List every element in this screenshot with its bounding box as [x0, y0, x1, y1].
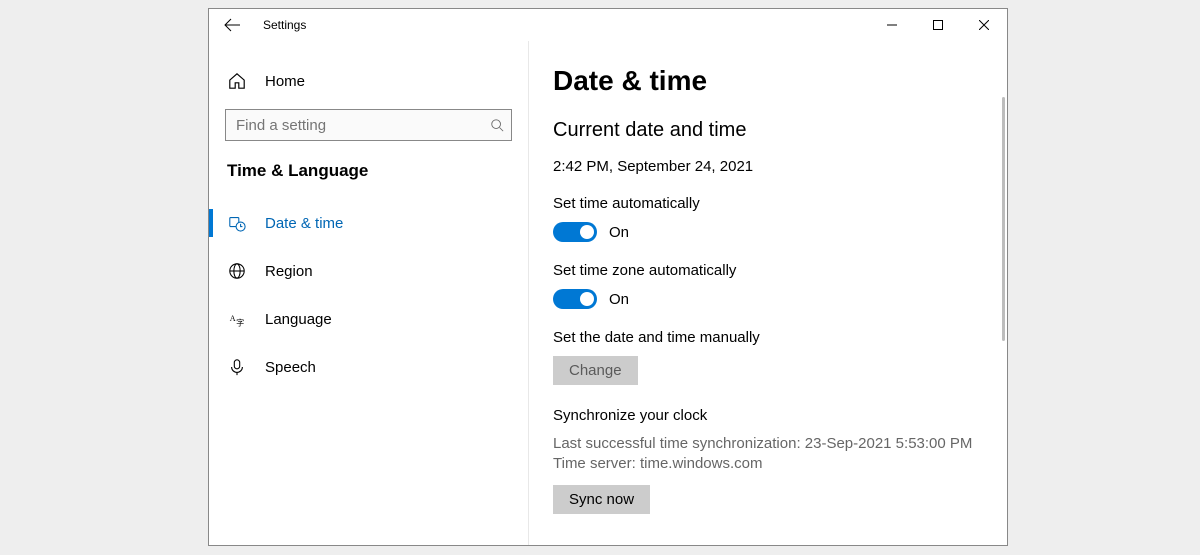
window-controls: [869, 9, 1007, 41]
auto-tz-toggle-row: On: [553, 289, 983, 309]
nav-speech[interactable]: Speech: [209, 343, 528, 391]
sync-server-line: Time server: time.windows.com: [553, 455, 763, 472]
search-box[interactable]: [225, 109, 512, 141]
app-title: Settings: [255, 18, 306, 32]
back-arrow-icon: [224, 18, 240, 32]
scrollbar-thumb[interactable]: [1002, 97, 1005, 341]
nav-label: Speech: [265, 359, 316, 376]
nav-date-time[interactable]: Date & time: [209, 199, 528, 247]
sync-info: Last successful time synchronization: 23…: [553, 434, 983, 475]
microphone-icon: [227, 358, 247, 376]
auto-time-toggle[interactable]: [553, 222, 597, 242]
nav-label: Date & time: [265, 215, 343, 232]
home-icon: [227, 72, 247, 90]
home-nav[interactable]: Home: [209, 61, 528, 101]
maximize-button[interactable]: [915, 9, 961, 41]
settings-window: Settings Home: [208, 8, 1008, 546]
nav-region[interactable]: Region: [209, 247, 528, 295]
manual-label: Set the date and time manually: [553, 329, 983, 346]
sync-last-line: Last successful time synchronization: 23…: [553, 435, 972, 452]
nav-label: Region: [265, 263, 313, 280]
sidebar-section-title: Time & Language: [209, 157, 528, 199]
sync-heading: Synchronize your clock: [553, 407, 983, 424]
sync-section: Synchronize your clock Last successful t…: [553, 407, 983, 514]
content-area: Date & time Current date and time 2:42 P…: [529, 41, 1007, 545]
nav-language[interactable]: A字 Language: [209, 295, 528, 343]
svg-text:A: A: [230, 314, 236, 323]
language-icon: A字: [227, 310, 247, 328]
close-icon: [979, 20, 989, 30]
auto-tz-state: On: [609, 291, 629, 308]
sync-now-button[interactable]: Sync now: [553, 485, 650, 514]
current-date-time-heading: Current date and time: [553, 119, 983, 142]
sidebar: Home Time & Language Date & time: [209, 41, 529, 545]
auto-time-toggle-row: On: [553, 222, 983, 242]
auto-time-label: Set time automatically: [553, 195, 983, 212]
maximize-icon: [933, 20, 943, 30]
page-title: Date & time: [553, 65, 983, 97]
minimize-icon: [887, 20, 897, 30]
change-button[interactable]: Change: [553, 356, 638, 385]
globe-icon: [227, 262, 247, 280]
current-date-time-value: 2:42 PM, September 24, 2021: [553, 158, 983, 175]
auto-time-state: On: [609, 224, 629, 241]
search-icon: [483, 118, 511, 132]
auto-tz-toggle[interactable]: [553, 289, 597, 309]
svg-text:字: 字: [236, 317, 244, 327]
nav-label: Language: [265, 311, 332, 328]
close-button[interactable]: [961, 9, 1007, 41]
search-input[interactable]: [226, 117, 483, 134]
back-button[interactable]: [209, 9, 255, 41]
auto-tz-label: Set time zone automatically: [553, 262, 983, 279]
minimize-button[interactable]: [869, 9, 915, 41]
toggle-knob: [580, 292, 594, 306]
search-wrap: [209, 101, 528, 157]
clock-calendar-icon: [227, 214, 247, 232]
titlebar: Settings: [209, 9, 1007, 41]
home-label: Home: [265, 73, 305, 90]
toggle-knob: [580, 225, 594, 239]
window-body: Home Time & Language Date & time: [209, 41, 1007, 545]
